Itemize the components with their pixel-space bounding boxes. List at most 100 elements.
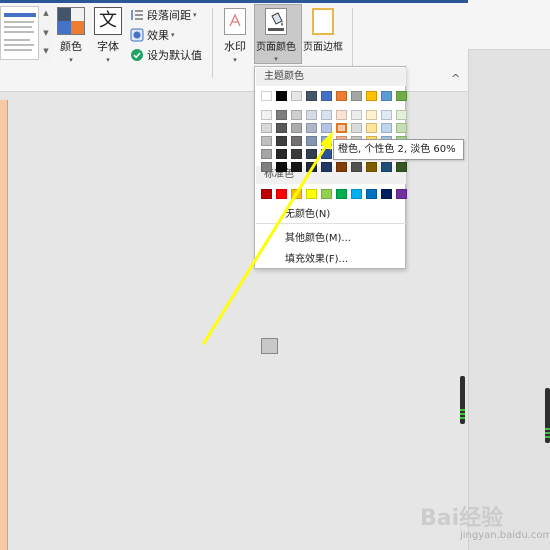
scroll-up-icon[interactable]: ▲ [41, 8, 51, 18]
theme-color-swatch[interactable] [261, 110, 272, 120]
progress-mark [545, 428, 550, 430]
progress-mark [460, 409, 465, 411]
theme-color-swatch-selected[interactable] [336, 123, 347, 133]
chevron-down-icon: ▾ [193, 11, 197, 19]
theme-color-swatch[interactable] [321, 123, 332, 133]
progress-mark [460, 413, 465, 415]
standard-color-swatch[interactable] [276, 189, 287, 199]
standard-color-swatch[interactable] [366, 189, 377, 199]
theme-color-swatch[interactable] [276, 91, 287, 101]
theme-color-swatch[interactable] [396, 162, 407, 172]
standard-color-swatch[interactable] [336, 189, 347, 199]
theme-color-swatch[interactable] [321, 136, 332, 146]
theme-color-swatch[interactable] [291, 91, 302, 101]
theme-color-swatch[interactable] [276, 149, 287, 159]
document-page-edge [0, 100, 8, 550]
theme-color-swatch[interactable] [306, 162, 317, 172]
progress-mark [545, 436, 550, 438]
theme-color-swatch[interactable] [321, 110, 332, 120]
theme-color-swatch[interactable] [336, 91, 347, 101]
standard-color-swatch[interactable] [396, 189, 407, 199]
theme-color-swatch[interactable] [351, 110, 362, 120]
theme-color-swatch[interactable] [306, 110, 317, 120]
standard-color-swatch[interactable] [306, 189, 317, 199]
chevron-down-icon: ▾ [233, 56, 237, 64]
font-icon: 文 [94, 7, 122, 35]
theme-color-swatch[interactable] [351, 91, 362, 101]
theme-color-swatch[interactable] [366, 110, 377, 120]
page-color-menu: 主题颜色 标准色 无颜色(N) 其他颜色(M)... 填充效果(F)... [254, 66, 407, 354]
paragraph-spacing-button[interactable]: 段落间距 ▾ [130, 7, 197, 23]
watermark-label: 水印 [224, 40, 246, 53]
theme-color-swatch[interactable] [321, 149, 332, 159]
fonts-button[interactable]: 文 字体 ▾ [94, 7, 122, 64]
theme-color-swatch[interactable] [291, 162, 302, 172]
theme-colors-header: 主题颜色 [256, 68, 406, 86]
theme-color-swatch[interactable] [291, 149, 302, 159]
progress-mark [545, 432, 550, 434]
watermark-button[interactable]: 水印 ▾ [224, 8, 246, 64]
theme-color-swatch[interactable] [291, 136, 302, 146]
gallery-scrollbar[interactable]: ▲ ▼ ▼ [38, 6, 52, 60]
more-colors-item[interactable]: 其他颜色(M)... [285, 229, 351, 244]
theme-color-swatch[interactable] [381, 91, 392, 101]
theme-color-swatch[interactable] [321, 162, 332, 172]
scrollbar-thumb[interactable] [460, 376, 465, 424]
theme-color-swatch[interactable] [261, 162, 272, 172]
theme-color-swatch[interactable] [396, 91, 407, 101]
theme-color-swatch[interactable] [366, 162, 377, 172]
effects-button[interactable]: 效果 ▾ [130, 27, 175, 43]
theme-color-swatch[interactable] [291, 123, 302, 133]
theme-color-swatch[interactable] [276, 162, 287, 172]
scroll-down-icon[interactable]: ▼ [41, 28, 51, 38]
no-color-item[interactable]: 无颜色(N) [257, 201, 405, 354]
theme-color-swatch[interactable] [366, 91, 377, 101]
standard-color-swatch[interactable] [261, 189, 272, 199]
standard-color-swatch[interactable] [321, 189, 332, 199]
theme-color-swatch[interactable] [381, 110, 392, 120]
theme-color-swatch[interactable] [261, 149, 272, 159]
theme-color-swatch[interactable] [261, 136, 272, 146]
watermark-url: jingyan.baidu.com [460, 530, 550, 541]
theme-color-swatch[interactable] [276, 136, 287, 146]
fill-effects-item[interactable]: 填充效果(F)... [285, 250, 348, 265]
theme-color-swatch[interactable] [306, 123, 317, 133]
scrollbar-thumb[interactable] [545, 388, 550, 443]
standard-color-swatch[interactable] [291, 189, 302, 199]
page-color-button-content[interactable]: 页面颜色 ▾ [256, 8, 296, 63]
theme-color-swatch[interactable] [396, 110, 407, 120]
theme-color-swatch[interactable] [261, 91, 272, 101]
theme-color-swatch[interactable] [306, 136, 317, 146]
collapse-ribbon-icon[interactable]: ^ [451, 72, 460, 85]
theme-color-swatch[interactable] [276, 110, 287, 120]
paint-bucket-icon [265, 8, 287, 35]
theme-color-swatch[interactable] [321, 91, 332, 101]
paragraph-spacing-icon [130, 8, 144, 22]
theme-color-swatch[interactable] [396, 123, 407, 133]
theme-color-swatch[interactable] [306, 91, 317, 101]
standard-color-swatch[interactable] [351, 189, 362, 199]
theme-color-swatch[interactable] [351, 162, 362, 172]
page-color-label: 页面颜色 [256, 42, 296, 53]
theme-color-swatch[interactable] [381, 162, 392, 172]
theme-color-swatch[interactable] [276, 123, 287, 133]
set-default-button[interactable]: 设为默认值 [130, 47, 202, 63]
colors-button[interactable]: 颜色 ▾ [57, 7, 85, 64]
gallery-text-line [4, 49, 32, 51]
theme-color-swatch[interactable] [291, 110, 302, 120]
gallery-title-line [4, 13, 36, 17]
theme-color-swatch[interactable] [336, 110, 347, 120]
theme-color-swatch[interactable] [366, 123, 377, 133]
fonts-label: 字体 [97, 40, 119, 53]
theme-color-swatch[interactable] [261, 123, 272, 133]
theme-color-swatch[interactable] [351, 123, 362, 133]
theme-color-swatch[interactable] [306, 149, 317, 159]
page-border-label: 页面边框 [303, 42, 343, 53]
standard-color-swatch[interactable] [381, 189, 392, 199]
theme-color-swatch[interactable] [336, 162, 347, 172]
chevron-down-icon: ▾ [171, 31, 175, 39]
gallery-text-line [4, 39, 30, 41]
gallery-expand-icon[interactable]: ▼ [41, 46, 51, 56]
theme-color-swatch[interactable] [381, 123, 392, 133]
page-border-button[interactable]: 页面边框 [303, 8, 343, 53]
